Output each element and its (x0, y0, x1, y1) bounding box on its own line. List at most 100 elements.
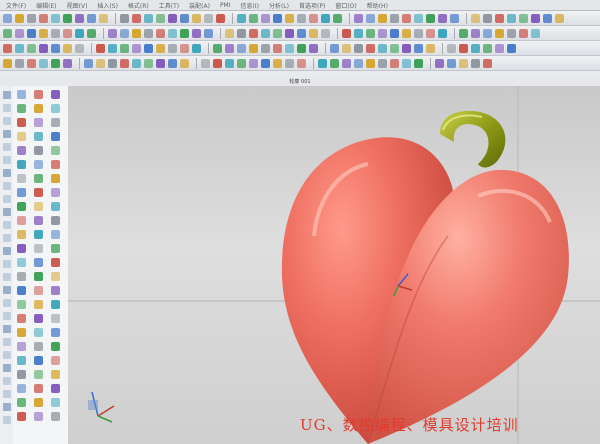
feature-tool-icon[interactable] (51, 160, 60, 169)
toolbar-button-icon[interactable] (435, 58, 444, 68)
resource-tab-icon[interactable] (2, 130, 11, 138)
toolbar-button-icon[interactable] (483, 58, 492, 68)
resource-tab-icon[interactable] (2, 104, 11, 112)
toolbar-button-icon[interactable] (39, 58, 48, 68)
toolbar-button-icon[interactable] (366, 43, 375, 53)
resource-tab-icon[interactable] (2, 377, 11, 385)
toolbar-button-icon[interactable] (390, 28, 399, 38)
toolbar-button-icon[interactable] (390, 43, 399, 53)
feature-tool-icon[interactable] (34, 356, 43, 365)
toolbar-button-icon[interactable] (378, 58, 387, 68)
toolbar-button-icon[interactable] (273, 58, 282, 68)
toolbar-button-icon[interactable] (495, 43, 504, 53)
resource-tab-icon[interactable] (2, 208, 11, 216)
toolbar-button-icon[interactable] (192, 28, 201, 38)
toolbar-button-icon[interactable] (144, 58, 153, 68)
feature-tool-icon[interactable] (34, 174, 43, 183)
feature-tool-icon[interactable] (51, 244, 60, 253)
toolbar-button-icon[interactable] (378, 43, 387, 53)
feature-tool-icon[interactable] (17, 300, 26, 309)
toolbar-button-icon[interactable] (213, 43, 222, 53)
toolbar-button-icon[interactable] (330, 43, 339, 53)
feature-tool-icon[interactable] (17, 160, 26, 169)
resource-tab-icon[interactable] (2, 286, 11, 294)
menu-item[interactable]: 视图(V) (67, 1, 88, 10)
feature-tool-icon[interactable] (34, 314, 43, 323)
toolbar-button-icon[interactable] (318, 58, 327, 68)
toolbar-button-icon[interactable] (495, 13, 504, 23)
toolbar-button-icon[interactable] (321, 28, 330, 38)
toolbar-button-icon[interactable] (99, 13, 108, 23)
feature-tool-icon[interactable] (17, 370, 26, 379)
feature-tool-icon[interactable] (17, 174, 26, 183)
feature-tool-icon[interactable] (51, 132, 60, 141)
toolbar-button-icon[interactable] (459, 58, 468, 68)
feature-tool-icon[interactable] (34, 230, 43, 239)
feature-tool-icon[interactable] (34, 118, 43, 127)
toolbar-button-icon[interactable] (366, 28, 375, 38)
menu-item[interactable]: 首选项(P) (299, 1, 325, 10)
toolbar-button-icon[interactable] (354, 58, 363, 68)
feature-tool-icon[interactable] (17, 118, 26, 127)
toolbar-button-icon[interactable] (366, 58, 375, 68)
feature-tool-icon[interactable] (17, 244, 26, 253)
feature-tool-icon[interactable] (51, 230, 60, 239)
toolbar-button-icon[interactable] (108, 28, 117, 38)
toolbar-button-icon[interactable] (3, 43, 12, 53)
toolbar-button-icon[interactable] (168, 58, 177, 68)
feature-tool-icon[interactable] (34, 188, 43, 197)
resource-tab-icon[interactable] (2, 364, 11, 372)
feature-tool-icon[interactable] (17, 146, 26, 155)
toolbar-button-icon[interactable] (63, 43, 72, 53)
feature-tool-icon[interactable] (17, 356, 26, 365)
toolbar-button-icon[interactable] (495, 28, 504, 38)
toolbar-button-icon[interactable] (39, 13, 48, 23)
feature-tool-icon[interactable] (34, 244, 43, 253)
toolbar-button-icon[interactable] (297, 43, 306, 53)
feature-tool-icon[interactable] (34, 384, 43, 393)
toolbar-button-icon[interactable] (120, 43, 129, 53)
toolbar-button-icon[interactable] (225, 58, 234, 68)
toolbar-button-icon[interactable] (39, 43, 48, 53)
resource-tab-icon[interactable] (2, 91, 11, 99)
feature-tool-icon[interactable] (17, 328, 26, 337)
toolbar-button-icon[interactable] (471, 28, 480, 38)
toolbar-button-icon[interactable] (27, 28, 36, 38)
toolbar-button-icon[interactable] (249, 43, 258, 53)
toolbar-button-icon[interactable] (390, 13, 399, 23)
toolbar-button-icon[interactable] (39, 28, 48, 38)
toolbar-button-icon[interactable] (180, 28, 189, 38)
toolbar-button-icon[interactable] (450, 13, 459, 23)
feature-tool-icon[interactable] (34, 328, 43, 337)
toolbar-button-icon[interactable] (87, 13, 96, 23)
toolbar-button-icon[interactable] (51, 43, 60, 53)
toolbar-button-icon[interactable] (426, 43, 435, 53)
toolbar-button-icon[interactable] (402, 13, 411, 23)
toolbar-button-icon[interactable] (555, 13, 564, 23)
toolbar-button-icon[interactable] (402, 43, 411, 53)
toolbar-button-icon[interactable] (156, 13, 165, 23)
feature-tool-icon[interactable] (51, 384, 60, 393)
feature-tool-icon[interactable] (51, 118, 60, 127)
toolbar-button-icon[interactable] (237, 13, 246, 23)
feature-tool-icon[interactable] (34, 202, 43, 211)
toolbar-button-icon[interactable] (3, 13, 12, 23)
toolbar-button-icon[interactable] (447, 58, 456, 68)
feature-tool-icon[interactable] (51, 342, 60, 351)
feature-tool-icon[interactable] (17, 188, 26, 197)
toolbar-button-icon[interactable] (75, 13, 84, 23)
resource-tab-icon[interactable] (2, 247, 11, 255)
toolbar-button-icon[interactable] (414, 58, 423, 68)
resource-tab-icon[interactable] (2, 195, 11, 203)
feature-tool-icon[interactable] (34, 160, 43, 169)
toolbar-button-icon[interactable] (285, 43, 294, 53)
feature-tool-icon[interactable] (51, 370, 60, 379)
toolbar-button-icon[interactable] (459, 43, 468, 53)
feature-tool-icon[interactable] (17, 384, 26, 393)
toolbar-button-icon[interactable] (132, 43, 141, 53)
resource-tab-icon[interactable] (2, 390, 11, 398)
toolbar-button-icon[interactable] (366, 13, 375, 23)
toolbar-button-icon[interactable] (156, 58, 165, 68)
toolbar-button-icon[interactable] (483, 13, 492, 23)
toolbar-button-icon[interactable] (273, 43, 282, 53)
